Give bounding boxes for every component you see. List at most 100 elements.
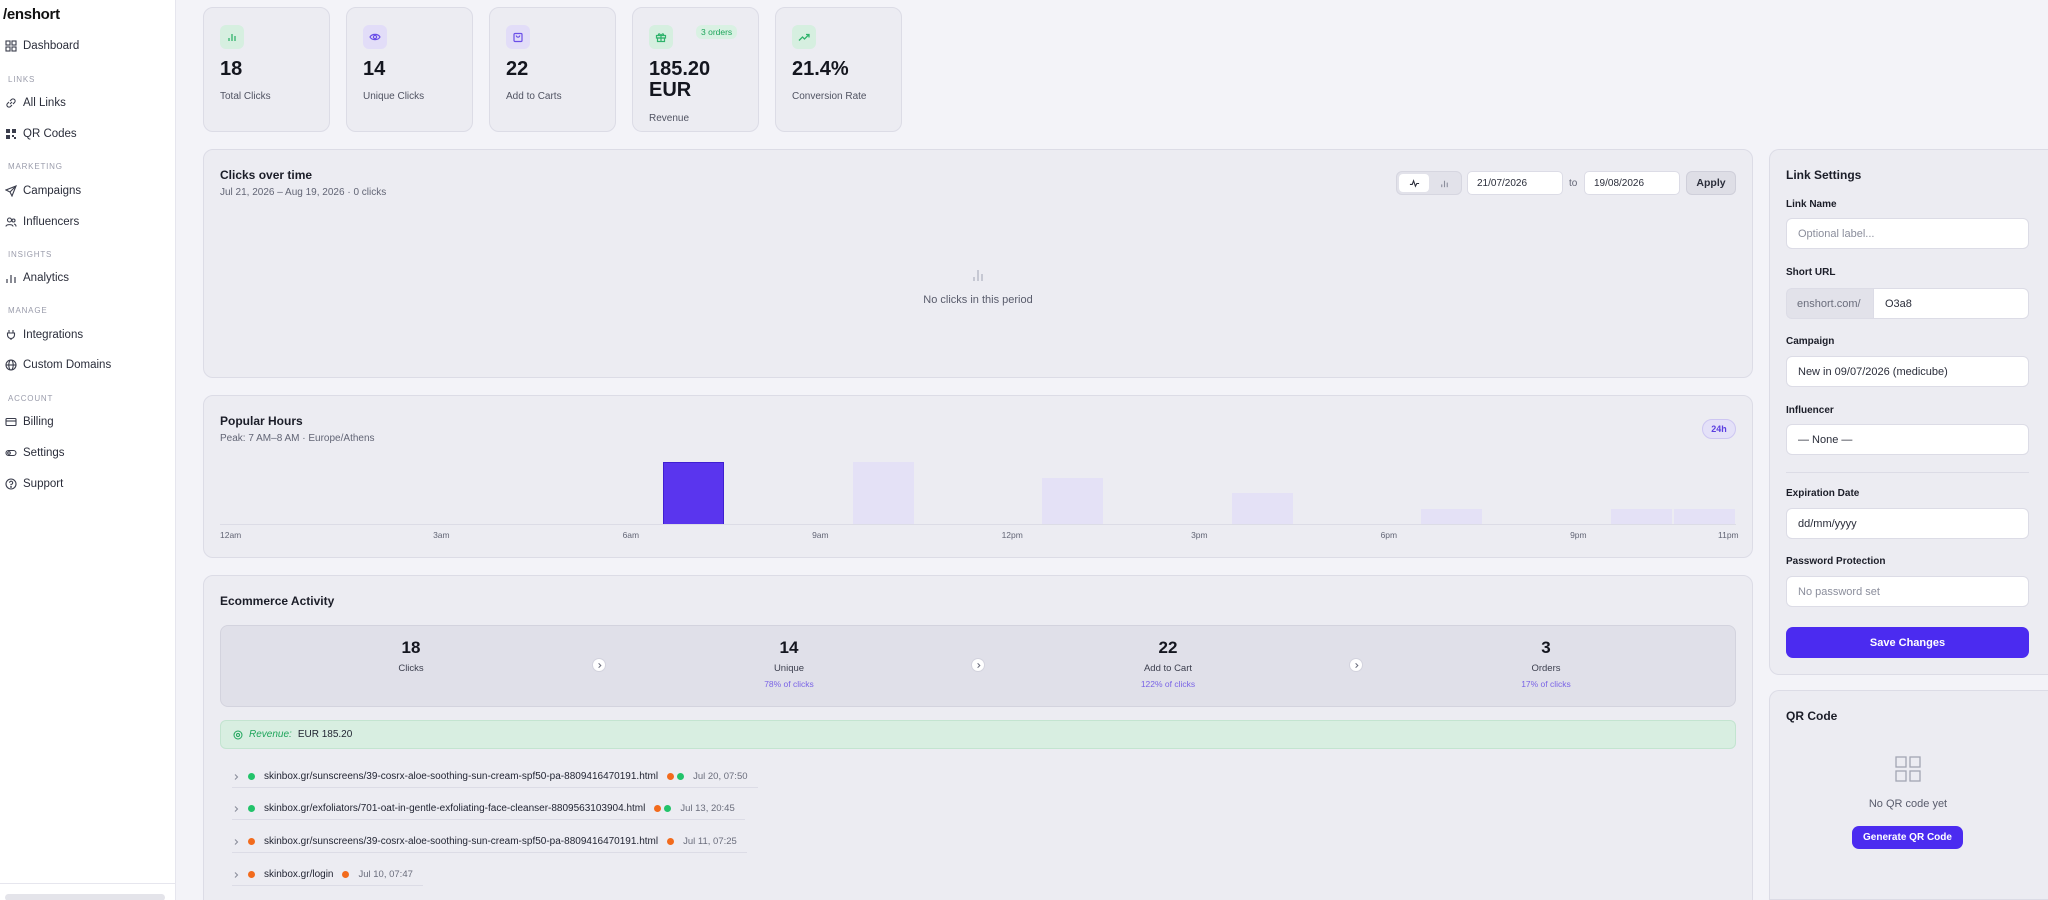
time-range-badge[interactable]: 24h: [1702, 419, 1736, 439]
short-url-prefix: enshort.com/: [1786, 288, 1873, 319]
funnel-value: 14: [779, 638, 799, 657]
chevron-right-icon: [234, 805, 239, 812]
clicks-over-time-subtitle: Jul 21, 2026 – Aug 19, 2026 · 0 clicks: [220, 187, 387, 198]
sidebar-item-billing[interactable]: Billing: [0, 411, 175, 433]
link-name-label: Link Name: [1786, 199, 1837, 210]
user-menu[interactable]: [5, 894, 165, 900]
sidebar-item-label: Dashboard: [23, 40, 80, 52]
empty-chart-icon: [973, 270, 983, 281]
chart-type-toggle: [1396, 171, 1462, 195]
line-chart-toggle[interactable]: [1399, 174, 1429, 192]
orders-badge: 3 orders: [696, 25, 738, 39]
save-changes-button[interactable]: Save Changes: [1786, 627, 2029, 658]
sidebar-section-insights: INSIGHTS: [8, 250, 53, 259]
activity-row[interactable]: skinbox.gr/sunscreens/39-cosrx-aloe-soot…: [232, 766, 758, 788]
activity-row[interactable]: skinbox.gr/exfoliators/701-oat-in-gentle…: [232, 798, 745, 820]
short-url-slug-input[interactable]: O3a8: [1873, 288, 2029, 319]
sidebar-item-settings[interactable]: Settings: [0, 442, 175, 464]
chevron-right-icon: [971, 658, 985, 672]
sidebar-item-label: All Links: [23, 97, 66, 109]
sidebar-item-label: Billing: [23, 416, 54, 428]
bar-chart-toggle[interactable]: [1429, 174, 1459, 192]
activity-time: Jul 13, 20:45: [680, 803, 735, 814]
stat-value: 14: [363, 58, 386, 80]
sidebar-section-manage: MANAGE: [8, 306, 48, 315]
campaign-label: Campaign: [1786, 336, 1835, 347]
activity-row[interactable]: skinbox.gr/login Jul 10, 07:47: [232, 864, 423, 886]
sidebar-item-campaigns[interactable]: Campaigns: [0, 180, 175, 202]
apply-date-range-button[interactable]: Apply: [1686, 171, 1736, 195]
qr-code-title: QR Code: [1786, 709, 1838, 723]
funnel-label: Add to Cart: [1143, 663, 1193, 674]
stat-value: 18: [220, 58, 243, 80]
sidebar-item-support[interactable]: Support: [0, 473, 175, 495]
stat-card-revenue: 3 orders 185.20 EUR Revenue: [632, 7, 759, 132]
to-date-input[interactable]: 19/08/2026: [1584, 171, 1680, 195]
sidebar-item-label: Settings: [23, 447, 65, 459]
chevron-right-icon: [234, 838, 239, 845]
sidebar-item-all-links[interactable]: All Links: [0, 92, 175, 114]
generate-qr-code-button[interactable]: Generate QR Code: [1852, 826, 1963, 849]
users-icon: [5, 217, 17, 227]
app-logo[interactable]: /enshort: [3, 6, 60, 23]
password-input[interactable]: No password set: [1786, 576, 2029, 607]
from-date-input[interactable]: 21/07/2026: [1467, 171, 1563, 195]
sidebar-item-custom-domains[interactable]: Custom Domains: [0, 354, 175, 376]
event-dot: [667, 838, 675, 845]
chevron-right-icon: [1349, 658, 1363, 672]
funnel-value: 22: [1158, 638, 1178, 657]
sidebar-item-analytics[interactable]: Analytics: [0, 267, 175, 289]
activity-time: Jul 20, 07:50: [693, 771, 748, 782]
settings-divider: [1786, 472, 2029, 473]
expiration-date-input[interactable]: dd/mm/yyyy: [1786, 508, 2029, 539]
activity-row[interactable]: skinbox.gr/sunscreens/39-cosrx-aloe-soot…: [232, 831, 747, 853]
chevron-right-icon: [234, 773, 239, 780]
sidebar-item-integrations[interactable]: Integrations: [0, 324, 175, 346]
campaign-select[interactable]: New in 09/07/2026 (medicube): [1786, 356, 2029, 387]
expiration-date-label: Expiration Date: [1786, 488, 1860, 499]
event-tags: [342, 871, 350, 878]
hour-tick-label: 6pm: [1380, 530, 1398, 540]
stat-card-total-clicks: 18 Total Clicks: [203, 7, 330, 132]
revenue-key: Revenue:: [249, 729, 292, 740]
coin-icon: [233, 730, 243, 739]
hour-tick-label: 9pm: [1570, 530, 1587, 540]
no-clicks-message: No clicks in this period: [923, 294, 1033, 306]
sidebar-item-label: Campaigns: [23, 185, 82, 197]
status-dot: [248, 871, 255, 878]
sidebar-section-marketing: MARKETING: [8, 162, 63, 171]
link-name-input[interactable]: Optional label...: [1786, 218, 2029, 249]
funnel-label: Clicks: [398, 663, 424, 674]
sidebar-item-qr-codes[interactable]: QR Codes: [0, 123, 175, 145]
sidebar-item-label: Support: [23, 478, 64, 490]
event-dot: [342, 871, 350, 878]
chart-baseline: [220, 524, 1736, 525]
activity-url: skinbox.gr/login: [264, 869, 334, 880]
funnel-percentage: 17% of clicks: [1521, 679, 1571, 689]
bar-chart-icon: [1440, 180, 1448, 187]
event-tags: [654, 805, 672, 812]
hour-bar-13: [1042, 478, 1104, 525]
funnel-label: Orders: [1531, 663, 1561, 674]
gift-icon: [649, 25, 673, 49]
sidebar-item-label: Analytics: [23, 272, 70, 284]
globe-icon: [5, 359, 17, 371]
link-icon: [6, 98, 16, 108]
bar-chart-icon: [6, 275, 16, 283]
stat-value: 22: [506, 58, 529, 80]
revenue-value: EUR 185.20: [297, 729, 353, 740]
line-chart-icon: [1409, 178, 1419, 188]
funnel-percentage: 122% of clicks: [1140, 679, 1196, 689]
sidebar-item-influencers[interactable]: Influencers: [0, 211, 175, 233]
funnel-value: 3: [1541, 638, 1551, 657]
help-icon: [5, 478, 17, 490]
stat-label: Total Clicks: [220, 91, 271, 102]
status-dot: [248, 805, 255, 812]
settings-icon: [5, 449, 17, 457]
stat-label: Add to Carts: [506, 91, 562, 102]
sidebar-item-dashboard[interactable]: Dashboard: [0, 35, 175, 57]
hour-tick-label: 6am: [622, 530, 640, 540]
influencer-select[interactable]: — None —: [1786, 424, 2029, 455]
hour-tick-label: 3pm: [1191, 530, 1208, 540]
status-dot: [248, 773, 255, 780]
